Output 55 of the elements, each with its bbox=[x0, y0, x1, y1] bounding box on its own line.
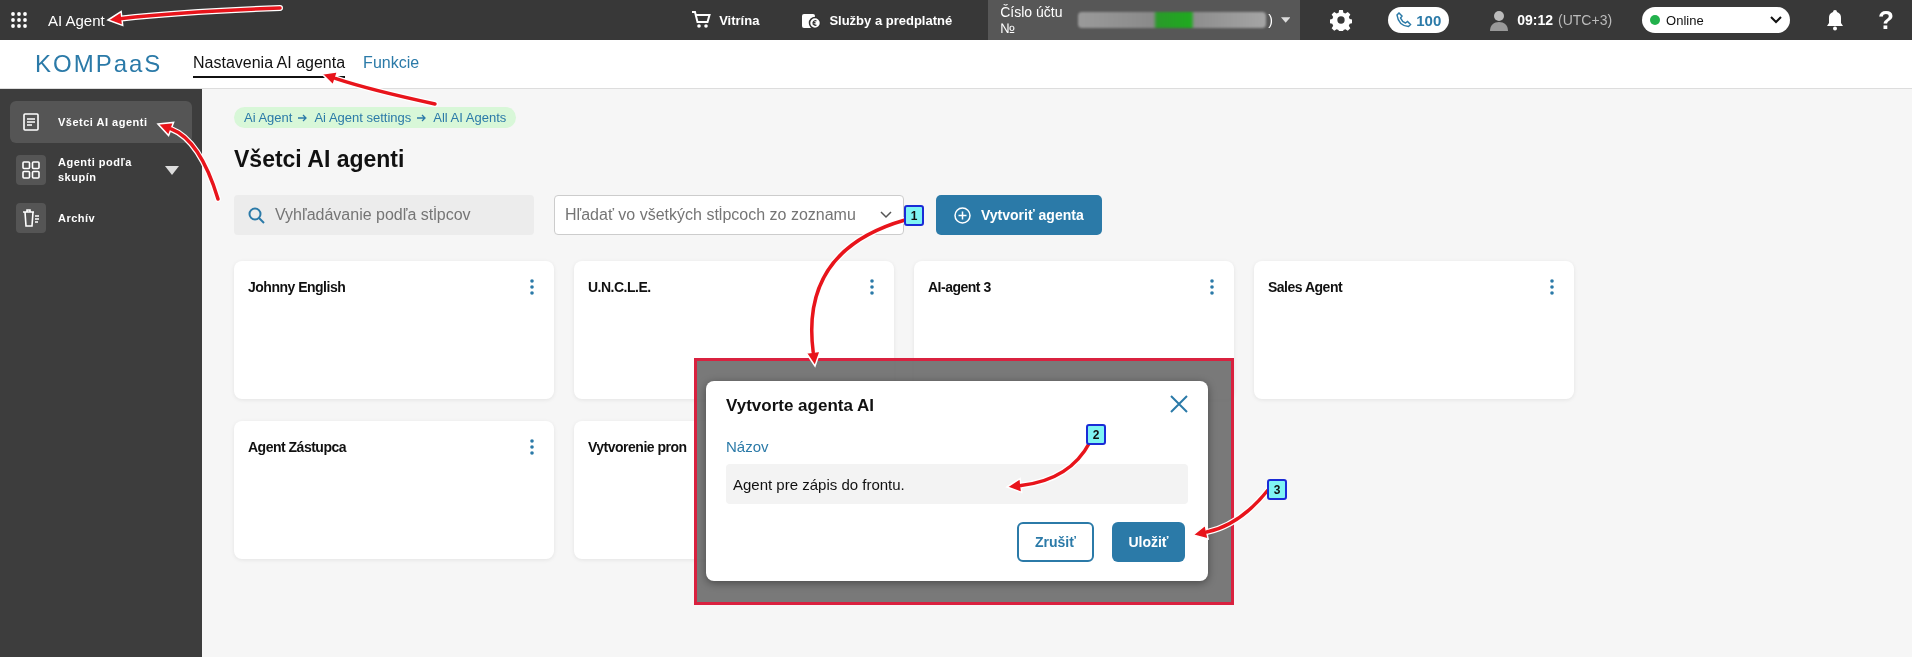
agent-name: Johnny English bbox=[248, 279, 346, 295]
phone-icon bbox=[1396, 12, 1413, 28]
sidebar-item[interactable]: Agenti podľa skupín bbox=[10, 149, 192, 191]
breadcrumb-link[interactable]: Ai Agent bbox=[244, 110, 293, 125]
agent-card[interactable]: Sales Agent bbox=[1254, 261, 1574, 399]
sidebar-item[interactable]: Všetci AI agenti bbox=[10, 101, 192, 143]
chevron-down-icon bbox=[880, 211, 892, 219]
agent-name: Sales Agent bbox=[1268, 279, 1343, 295]
settings-icon[interactable] bbox=[1330, 9, 1353, 31]
app-title: AI Agent bbox=[48, 11, 105, 29]
nav-link[interactable]: Vitrína bbox=[685, 10, 766, 30]
page-title: Všetci AI agenti bbox=[234, 146, 406, 173]
account-label: Číslo účtu № bbox=[1000, 4, 1064, 36]
step-badge: 1 bbox=[904, 205, 924, 226]
agent-name: Vytvorenie pron bbox=[588, 439, 687, 455]
agent-name: AI-agent 3 bbox=[928, 279, 991, 295]
help-button[interactable]: ? bbox=[1878, 4, 1894, 36]
clock-time: 09:12 bbox=[1517, 12, 1554, 28]
nav-link[interactable]: Služby a predplatné bbox=[795, 9, 959, 31]
breadcrumb-link[interactable]: All AI Agents bbox=[433, 110, 507, 125]
logo: KOMPaaS bbox=[35, 50, 164, 78]
name-field[interactable]: Agent pre zápis do frontu. bbox=[726, 464, 1188, 504]
search-field[interactable]: Vyhľadávanie podľa stĺpcov bbox=[234, 195, 534, 235]
account-suffix: ) bbox=[1268, 12, 1273, 28]
caret-icon bbox=[1280, 17, 1291, 23]
chevron-down-icon bbox=[1770, 16, 1783, 24]
timezone: (UTC+3) bbox=[1558, 12, 1613, 28]
trash-icon bbox=[20, 207, 42, 229]
grid-icon bbox=[20, 159, 42, 181]
bell-icon[interactable] bbox=[1826, 9, 1845, 31]
step-badge: 3 bbox=[1267, 479, 1287, 500]
agent-name: U.N.C.L.E. bbox=[588, 279, 651, 295]
account-selector[interactable]: Číslo účtu № ) bbox=[988, 0, 1301, 40]
save-button[interactable]: Uložiť bbox=[1112, 522, 1185, 562]
arrow-right-icon bbox=[417, 113, 428, 122]
cancel-button[interactable]: Zrušiť bbox=[1017, 522, 1094, 562]
status-select[interactable]: Online bbox=[1642, 7, 1791, 33]
arrow-right-icon bbox=[298, 113, 309, 122]
sidebar-item[interactable]: Archív bbox=[10, 197, 192, 239]
calls-counter[interactable]: 100 bbox=[1388, 7, 1450, 33]
avatar-icon bbox=[1489, 9, 1510, 31]
breadcrumb-link[interactable]: Ai Agent settings bbox=[314, 110, 412, 125]
nav-tab[interactable]: Funkcie bbox=[363, 50, 420, 78]
search-select[interactable]: Hľadať vo všetkých stĺpcoch zo zoznamu bbox=[554, 195, 904, 235]
cart-icon bbox=[691, 11, 712, 29]
document-icon bbox=[20, 111, 42, 133]
apps-grid-icon[interactable] bbox=[10, 11, 28, 29]
create-agent-button[interactable]: Vytvoriť agenta bbox=[936, 195, 1102, 235]
step-badge: 2 bbox=[1086, 424, 1106, 445]
field-label: Názov bbox=[726, 438, 769, 455]
search-icon bbox=[248, 207, 265, 224]
agent-card[interactable]: Johnny English bbox=[234, 261, 554, 399]
agent-card[interactable]: Agent Zástupca bbox=[234, 421, 554, 559]
agent-name: Agent Zástupca bbox=[248, 439, 346, 455]
plus-circle-icon bbox=[954, 206, 971, 224]
